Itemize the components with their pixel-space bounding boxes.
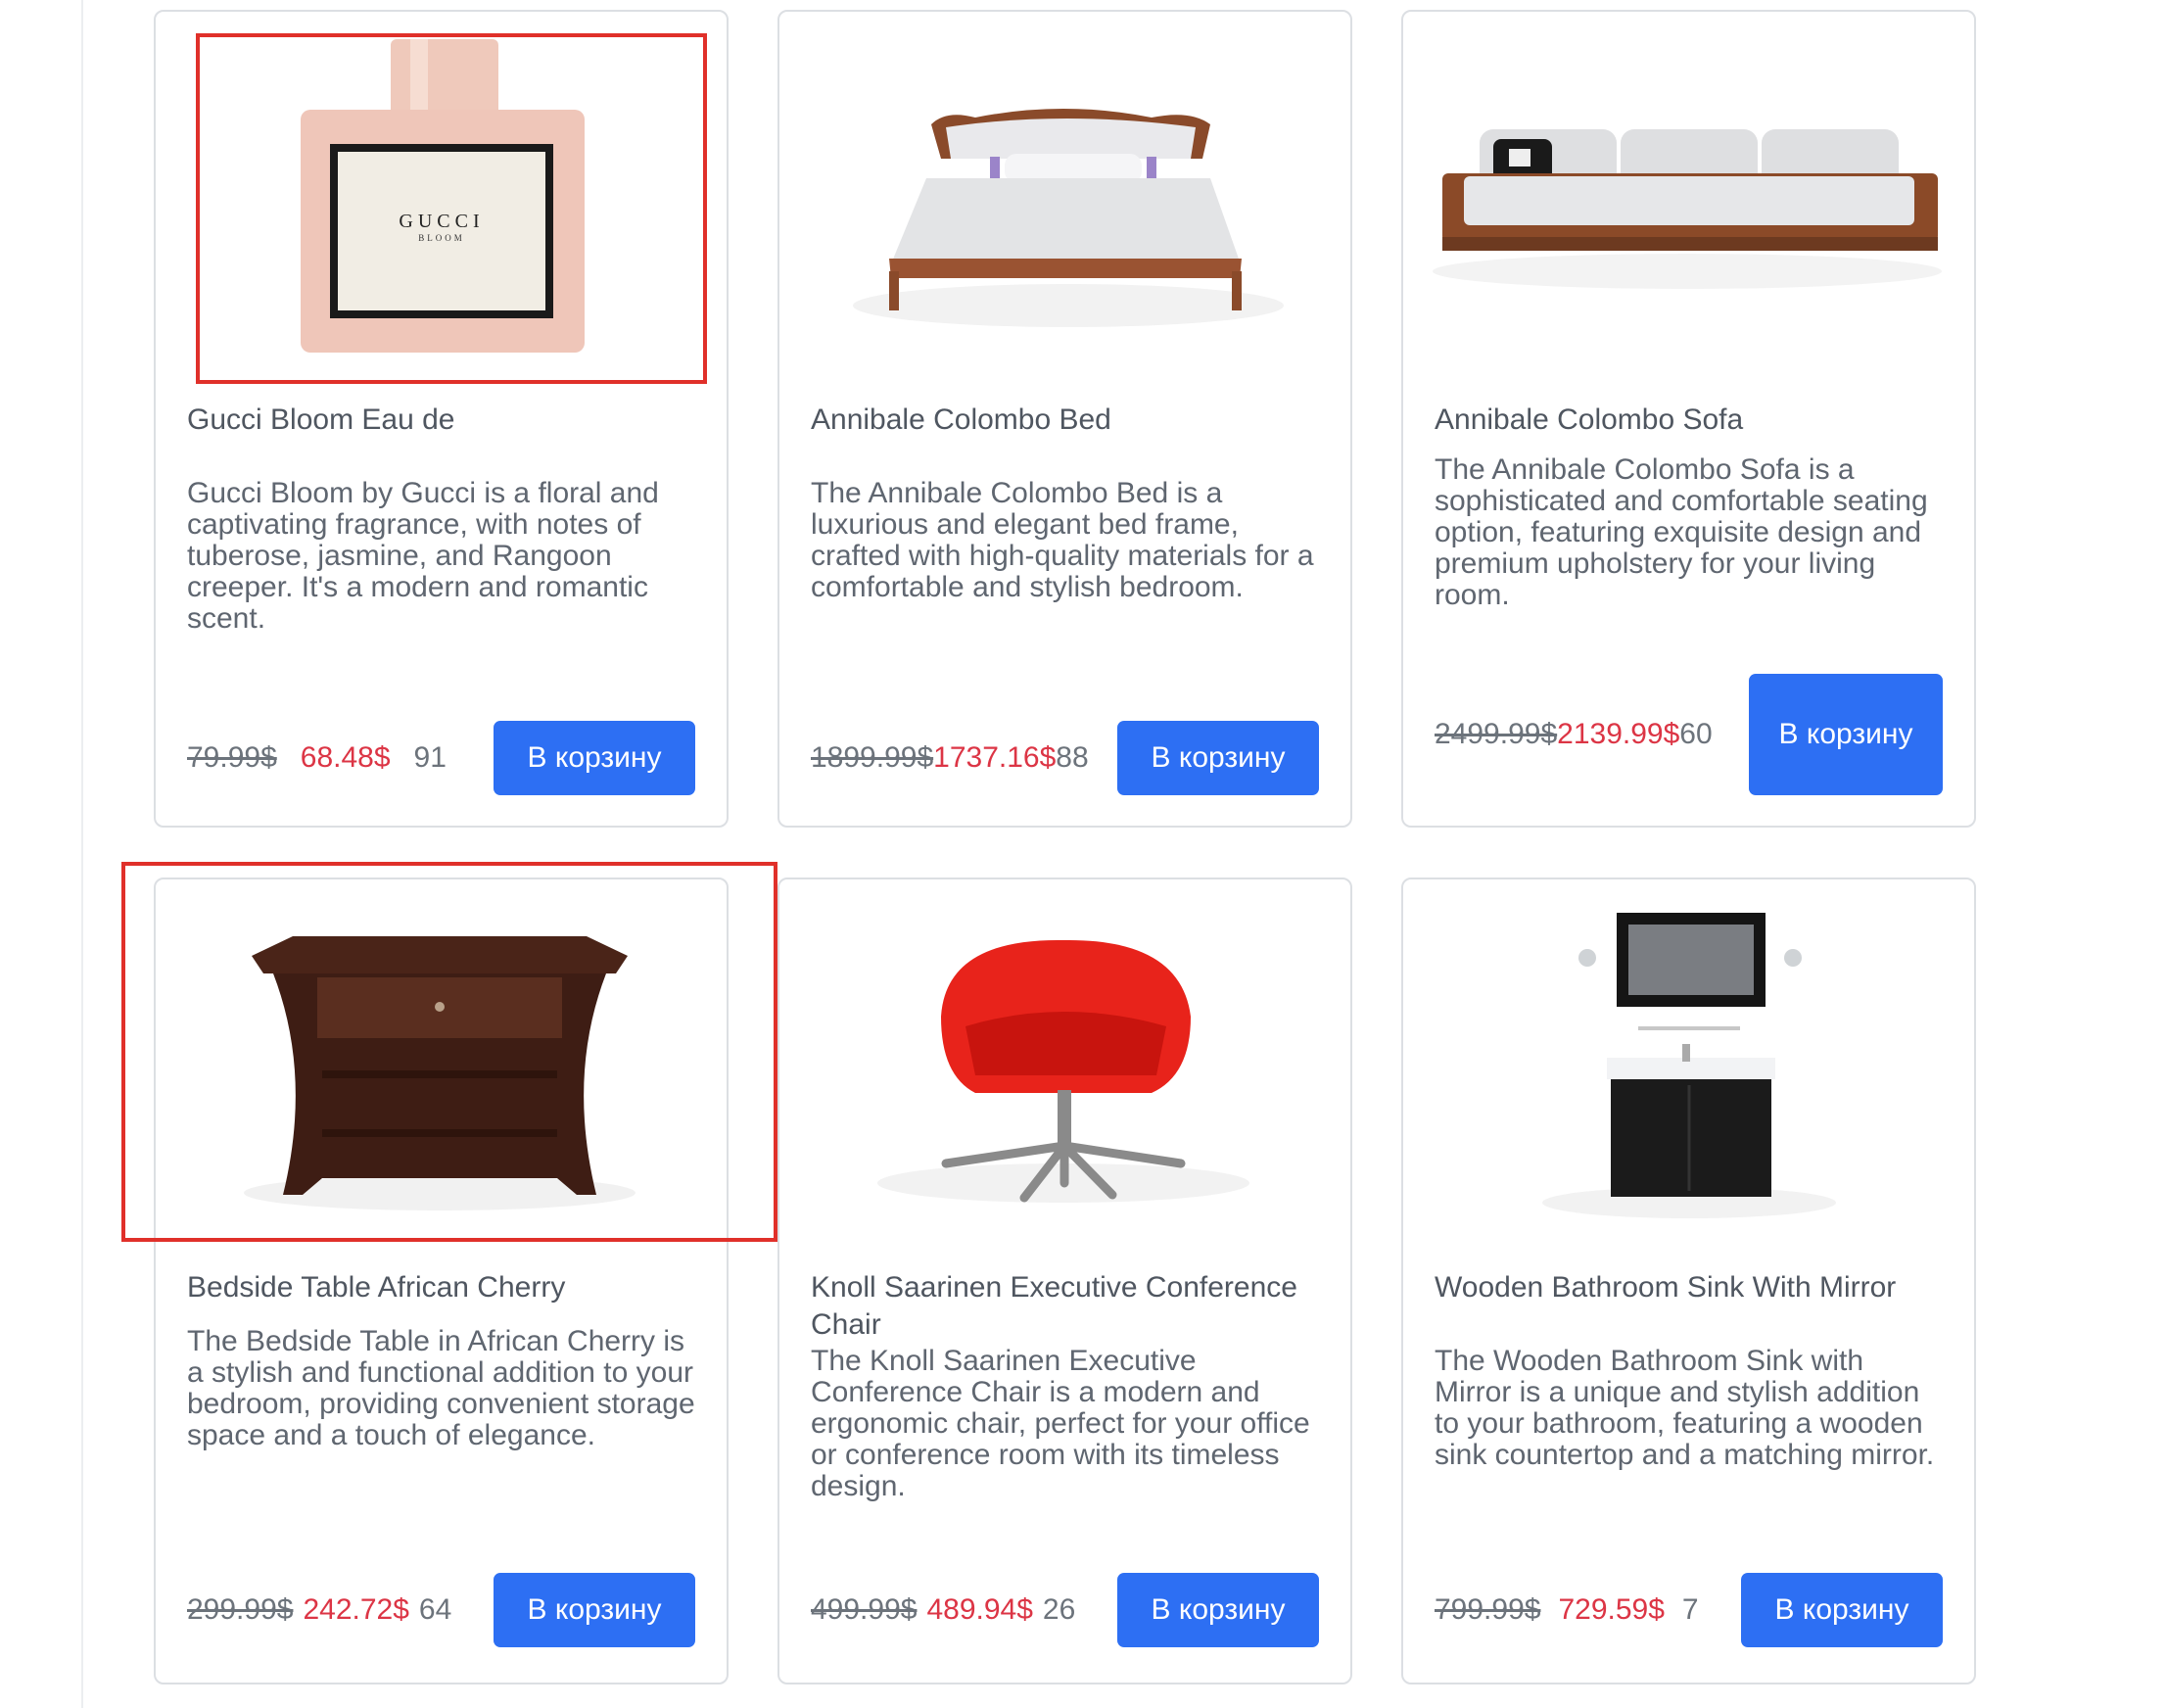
add-to-cart-button[interactable]: В корзину — [1117, 1573, 1319, 1647]
old-price: 499.99$ — [811, 1593, 918, 1626]
product-image-bathroom-sink[interactable] — [1403, 879, 1974, 1242]
product-card-annibale-bed: Annibale Colombo Bed The Annibale Colomb… — [777, 10, 1352, 828]
product-title[interactable]: Wooden Bathroom Sink With Mirror — [1435, 1269, 1944, 1306]
new-price: 489.94$ — [926, 1593, 1033, 1626]
add-to-cart-button[interactable]: В корзину — [1741, 1573, 1943, 1647]
product-image-bed[interactable] — [779, 12, 1350, 374]
stock-count: 7 — [1681, 1593, 1699, 1626]
old-price: 799.99$ — [1435, 1593, 1541, 1626]
old-price: 79.99$ — [187, 741, 277, 774]
add-to-cart-button[interactable]: В корзину — [1749, 674, 1943, 795]
price-row: 499.99$ 489.94$ 26 В корзину — [811, 1573, 1319, 1647]
product-description: The Knoll Saarinen Executive Conference … — [811, 1345, 1310, 1502]
highlight-box-bedside-table-image — [121, 862, 777, 1242]
new-price: 1737.16$ — [933, 741, 1057, 774]
stock-count: 91 — [413, 741, 447, 774]
price-row: 1899.99$ 1737.16$ 88 В корзину — [811, 721, 1319, 795]
product-image-sofa[interactable] — [1403, 12, 1974, 374]
page-divider — [81, 0, 83, 1708]
stock-count: 88 — [1056, 741, 1089, 774]
old-price: 2499.99$ — [1435, 718, 1558, 750]
add-to-cart-button[interactable]: В корзину — [1117, 721, 1319, 795]
stock-count: 26 — [1042, 1593, 1076, 1626]
old-price: 299.99$ — [187, 1593, 294, 1626]
product-title[interactable]: Annibale Colombo Sofa — [1435, 402, 1944, 439]
price-row: 299.99$ 242.72$ 64 В корзину — [187, 1573, 695, 1647]
product-image-chair[interactable] — [779, 879, 1350, 1242]
price-row: 799.99$ 729.59$ 7 В корзину — [1435, 1573, 1943, 1647]
old-price: 1899.99$ — [811, 741, 934, 774]
new-price: 68.48$ — [300, 741, 391, 774]
highlight-box-perfume-image — [196, 33, 707, 384]
product-card-annibale-sofa: Annibale Colombo Sofa The Annibale Colom… — [1401, 10, 1976, 828]
product-description: The Annibale Colombo Bed is a luxurious … — [811, 477, 1314, 603]
product-title[interactable]: Bedside Table African Cherry — [187, 1269, 696, 1306]
stock-count: 64 — [418, 1593, 452, 1626]
product-title[interactable]: Gucci Bloom Eau de — [187, 402, 696, 439]
product-description: The Annibale Colombo Sofa is a sophistic… — [1435, 453, 1928, 611]
product-description: The Bedside Table in African Cherry is a… — [187, 1325, 695, 1451]
new-price: 242.72$ — [303, 1593, 409, 1626]
product-title[interactable]: Knoll Saarinen Executive Conference Chai… — [811, 1269, 1320, 1344]
product-description: Gucci Bloom by Gucci is a floral and cap… — [187, 477, 659, 635]
add-to-cart-button[interactable]: В корзину — [494, 1573, 695, 1647]
product-card-knoll-chair: Knoll Saarinen Executive Conference Chai… — [777, 878, 1352, 1684]
product-card-bathroom-sink: Wooden Bathroom Sink With Mirror The Woo… — [1401, 878, 1976, 1684]
new-price: 2139.99$ — [1557, 718, 1680, 750]
product-description: The Wooden Bathroom Sink with Mirror is … — [1435, 1345, 1935, 1471]
add-to-cart-button[interactable]: В корзину — [494, 721, 695, 795]
price-row: 79.99$ 68.48$ 91 В корзину — [187, 721, 695, 795]
stock-count: 60 — [1679, 718, 1713, 750]
product-title[interactable]: Annibale Colombo Bed — [811, 402, 1320, 439]
price-row: 2499.99$ 2139.99$ 60 В корзину — [1435, 674, 1943, 795]
new-price: 729.59$ — [1558, 1593, 1665, 1626]
